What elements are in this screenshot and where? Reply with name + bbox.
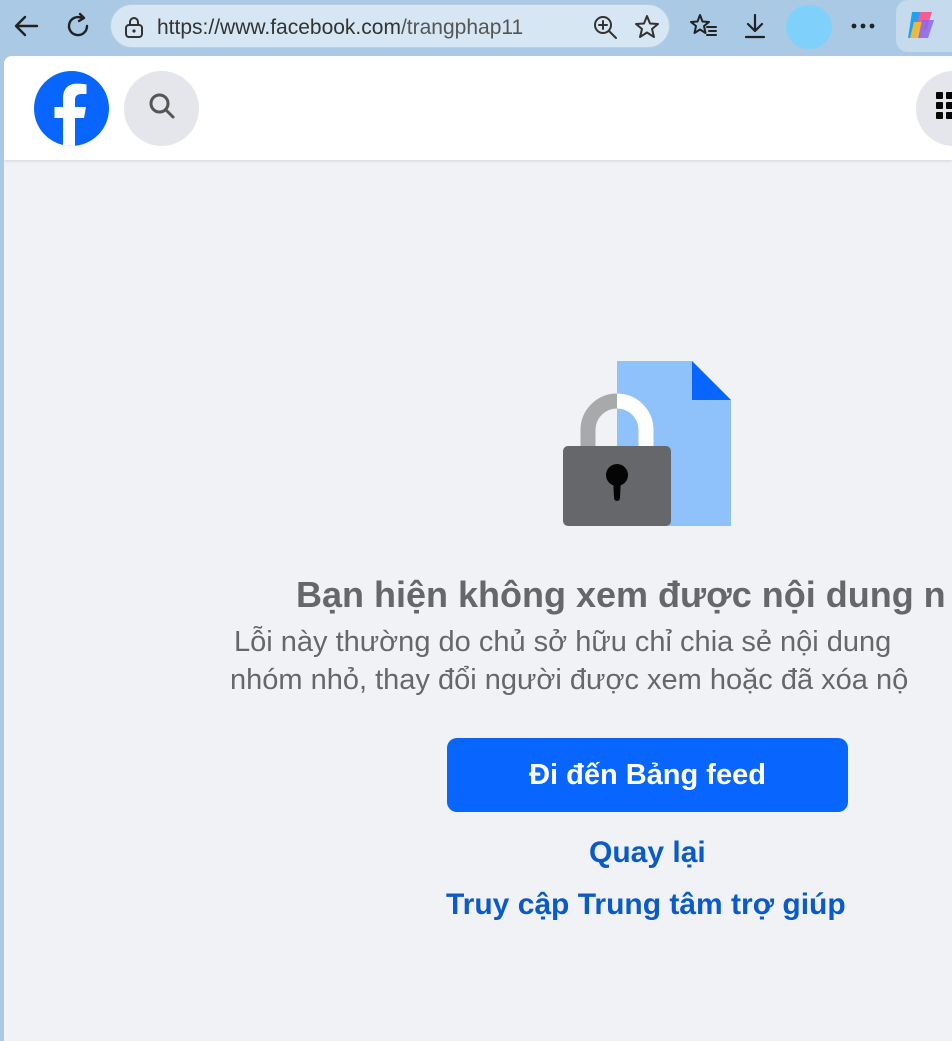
url-path: /trangphap11 xyxy=(400,16,524,39)
back-arrow-icon[interactable] xyxy=(6,6,46,46)
facebook-logo-icon[interactable] xyxy=(34,71,109,146)
locked-document-icon xyxy=(559,358,739,533)
browser-toolbar: https://www.facebook.com/trangphap11 xyxy=(0,0,952,56)
page-viewport: Bạn hiện không xem được nội dung n Lỗi n… xyxy=(4,56,952,1041)
copilot-icon xyxy=(904,8,938,47)
facebook-header xyxy=(4,56,952,160)
url-host: https://www.facebook.com xyxy=(157,16,401,39)
url-text[interactable]: https://www.facebook.com/trangphap11 xyxy=(157,16,523,40)
zoom-in-icon[interactable] xyxy=(591,13,619,46)
reload-icon[interactable] xyxy=(58,6,98,46)
address-bar[interactable]: https://www.facebook.com/trangphap11 xyxy=(110,4,670,48)
profile-avatar[interactable] xyxy=(786,5,832,49)
menu-grid-icon[interactable] xyxy=(916,71,952,146)
star-icon[interactable] xyxy=(633,13,661,46)
copilot-button[interactable] xyxy=(896,0,952,52)
error-description-line-1: Lỗi này thường do chủ sở hữu chỉ chia sẻ… xyxy=(234,626,892,658)
favorites-icon[interactable] xyxy=(683,6,723,46)
go-to-feed-button[interactable]: Đi đến Bảng feed xyxy=(447,738,848,812)
download-icon[interactable] xyxy=(735,6,775,46)
error-description-line-2: nhóm nhỏ, thay đổi người được xem hoặc đ… xyxy=(230,664,909,696)
site-info-lock-icon[interactable] xyxy=(123,15,145,44)
help-center-link[interactable]: Truy cập Trung tâm trợ giúp xyxy=(446,888,846,922)
search-button[interactable] xyxy=(124,71,199,146)
back-link[interactable]: Quay lại xyxy=(589,836,706,870)
error-title: Bạn hiện không xem được nội dung n xyxy=(296,574,946,615)
more-icon[interactable] xyxy=(843,6,883,46)
search-icon xyxy=(147,91,177,126)
